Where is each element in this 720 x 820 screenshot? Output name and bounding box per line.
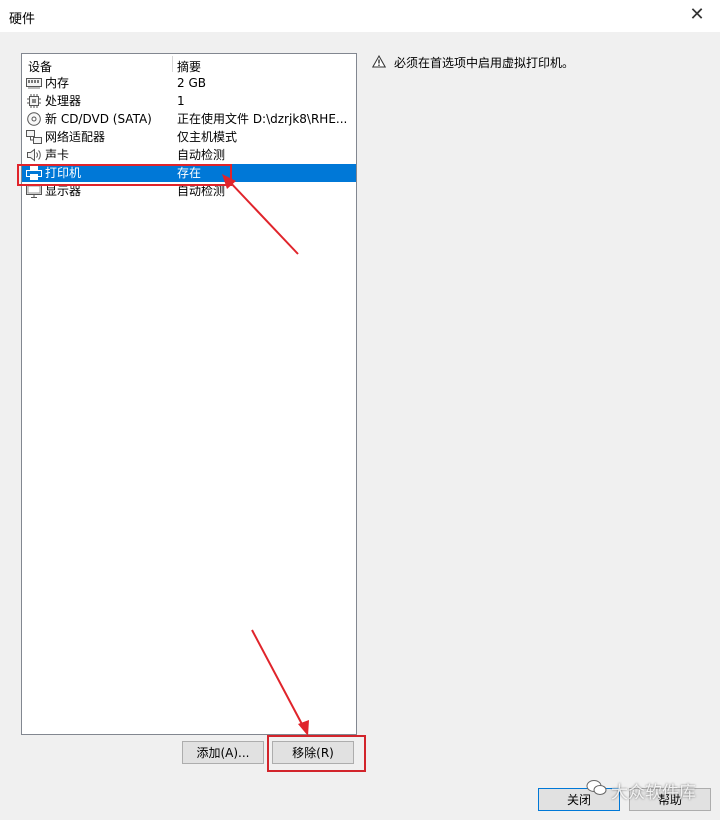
device-name: 内存 (45, 76, 70, 90)
watermark-text: 大众软件库 (611, 783, 696, 803)
device-name: 新 CD/DVD (SATA) (45, 112, 152, 126)
device-name: 网络适配器 (45, 130, 106, 144)
warning-message: 必须在首选项中启用虚拟打印机。 (371, 54, 575, 71)
sound-card-icon (26, 148, 42, 162)
device-row-sound-card[interactable]: 声卡 自动检测 (22, 146, 356, 164)
device-row-network-adapter[interactable]: 网络适配器 仅主机模式 (22, 128, 356, 146)
device-summary: 1 (177, 94, 185, 108)
network-adapter-icon (26, 130, 42, 144)
window-title: 硬件 (9, 12, 36, 27)
watermark: 大众软件库 (586, 778, 696, 803)
column-header-device[interactable]: 设备 (28, 58, 52, 75)
device-list: 设备 摘要 内存 2 GB 处理器 1 新 CD/DVD (SATA) 正在使用… (21, 53, 357, 735)
column-divider[interactable] (172, 56, 173, 72)
warning-text: 必须在首选项中启用虚拟打印机。 (394, 56, 575, 70)
device-row-processor[interactable]: 处理器 1 (22, 92, 356, 110)
device-name: 处理器 (45, 94, 82, 108)
device-summary: 自动检测 (177, 184, 226, 198)
display-icon (26, 184, 42, 198)
wechat-icon (586, 779, 608, 802)
device-summary: 2 GB (177, 76, 206, 90)
device-name: 声卡 (45, 148, 70, 162)
processor-icon (26, 94, 42, 108)
device-summary: 仅主机模式 (177, 130, 238, 144)
title-bar: 硬件 ✕ (0, 0, 720, 32)
device-row-memory[interactable]: 内存 2 GB (22, 74, 356, 92)
remove-button[interactable]: 移除(R) (272, 741, 354, 764)
memory-icon (26, 76, 42, 90)
device-summary: 存在 (177, 166, 202, 180)
cd-dvd-icon (26, 112, 42, 126)
printer-icon (26, 166, 42, 180)
device-row-printer[interactable]: 打印机 存在 (22, 164, 356, 182)
warning-icon (371, 54, 387, 71)
device-summary: 自动检测 (177, 148, 226, 162)
device-list-header: 设备 摘要 (22, 54, 356, 74)
device-name: 打印机 (45, 166, 82, 180)
close-window-button[interactable]: ✕ (686, 4, 708, 26)
add-button[interactable]: 添加(A)... (182, 741, 264, 764)
device-name: 显示器 (45, 184, 82, 198)
column-header-summary[interactable]: 摘要 (177, 58, 201, 75)
device-row-cd-dvd[interactable]: 新 CD/DVD (SATA) 正在使用文件 D:\dzrjk8\RHE... (22, 110, 356, 128)
device-row-display[interactable]: 显示器 自动检测 (22, 182, 356, 200)
device-summary: 正在使用文件 D:\dzrjk8\RHE... (177, 112, 348, 126)
